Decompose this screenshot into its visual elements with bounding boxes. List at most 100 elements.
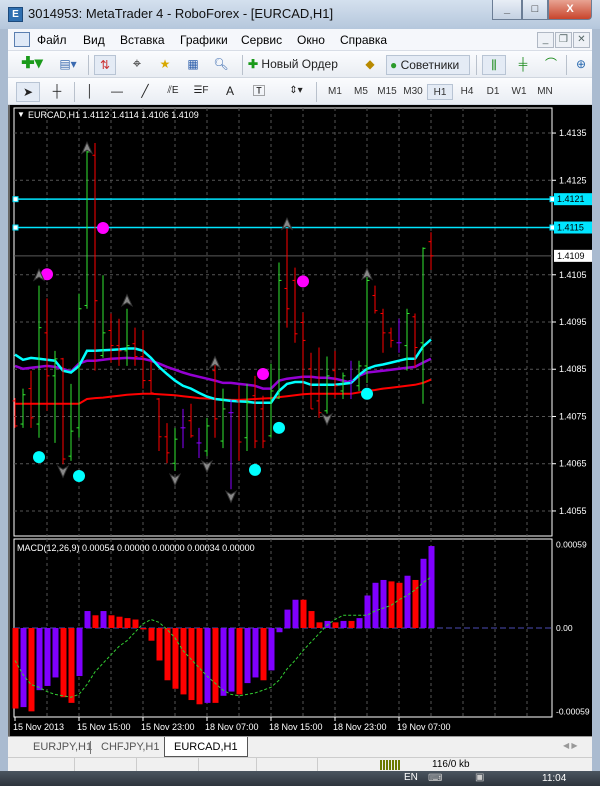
macd-histogram-bar: [36, 628, 43, 691]
timeframe-m1[interactable]: M1: [322, 84, 348, 100]
market-watch-button[interactable]: ⇅: [94, 55, 116, 75]
cursor-tool[interactable]: ➤: [16, 82, 40, 102]
price-chart[interactable]: 1.4135 1.4125 1.4105 1.4095 1.4085 1.4075 1.40…: [10, 105, 594, 736]
tab-scroll-arrows[interactable]: ◀ ▶: [563, 741, 578, 750]
menu-charts[interactable]: Графики: [180, 33, 228, 47]
hline-price-label: 1.4121: [557, 194, 585, 204]
price-tick-label: 1.4085: [559, 364, 587, 374]
macd-histogram-bar: [60, 628, 67, 698]
profiles-button[interactable]: ▤▾: [54, 55, 82, 75]
title-bar[interactable]: E 3014953: MetaTrader 4 - RoboForex - [E…: [0, 0, 600, 29]
status-divider: [74, 758, 75, 772]
macd-tick-label: 0.00059: [556, 540, 587, 550]
status-divider: [317, 758, 318, 772]
macd-histogram-bar: [244, 628, 251, 684]
line-handle: [12, 196, 19, 203]
zoom-in-button[interactable]: ⊕: [571, 55, 591, 75]
macd-histogram-bar: [348, 620, 355, 628]
bar-chart-button[interactable]: ⫼: [482, 55, 506, 75]
menu-bar: Файл Вид Вставка Графики Сервис Окно Спр…: [8, 29, 592, 51]
standard-toolbar: ✚▾ ▤▾ ⇅ ⌖ ★ ▦ 🔍︎ ✚ Новый Ордер ◆ ● Совет…: [8, 51, 592, 78]
horizontal-line-tool[interactable]: —: [106, 82, 128, 102]
strategy-tester-button[interactable]: 🔍︎: [210, 55, 232, 75]
menu-tools[interactable]: Сервис: [241, 33, 282, 47]
macd-histogram-bar: [316, 622, 323, 628]
menu-help[interactable]: Справка: [340, 33, 387, 47]
sell-signal-dot: [97, 221, 109, 234]
macd-histogram-bar: [260, 628, 267, 681]
separator: [74, 82, 75, 102]
macd-histogram-bar: [268, 628, 275, 671]
clock[interactable]: 11:04: [542, 773, 566, 784]
vertical-line-tool[interactable]: │: [80, 82, 100, 102]
tab-eurcad[interactable]: EURCAD,H1: [164, 737, 248, 757]
text-label-tool[interactable]: 🅃: [248, 82, 270, 102]
candlestick-button[interactable]: ╪: [512, 55, 534, 75]
language-indicator[interactable]: EN: [404, 772, 418, 783]
mdi-restore-button[interactable]: ❐: [555, 32, 572, 48]
trendline-tool[interactable]: ╱: [134, 82, 156, 102]
chart-window-icon: [14, 32, 30, 47]
new-order-label: Новый Ордер: [261, 57, 338, 71]
macd-histogram-bar: [68, 628, 75, 703]
favorites-folder-button[interactable]: ★: [154, 55, 176, 75]
timeframe-m15[interactable]: M15: [374, 84, 400, 100]
timeframe-d1[interactable]: D1: [480, 84, 506, 100]
menu-file[interactable]: Файл: [37, 33, 67, 47]
timeframe-h1[interactable]: H1: [427, 84, 453, 100]
maximize-button[interactable]: □: [522, 0, 548, 20]
status-divider: [256, 758, 257, 772]
line-chart-button[interactable]: ⌒: [540, 55, 562, 75]
network-icon[interactable]: ▣: [475, 772, 484, 783]
macd-histogram-bar: [236, 628, 243, 695]
macd-histogram-bar: [12, 628, 19, 709]
macd-histogram-bar: [220, 628, 227, 696]
separator: [476, 55, 477, 75]
crosshair-tool[interactable]: ┼: [46, 82, 68, 102]
macd-histogram-bar: [380, 579, 387, 628]
timeframe-m30[interactable]: M30: [400, 84, 426, 100]
chart-window[interactable]: 1.4135 1.4125 1.4105 1.4095 1.4085 1.4075 1.40…: [8, 105, 592, 736]
price-tick-label: 1.4095: [559, 317, 587, 327]
macd-histogram-bar: [188, 628, 195, 701]
text-tool[interactable]: A: [220, 82, 240, 102]
timeframe-mn[interactable]: MN: [532, 84, 558, 100]
time-tick-label: 15 Nov 23:00: [141, 722, 195, 732]
mdi-close-button[interactable]: ✕: [573, 32, 590, 48]
drawing-toolbar: ➤ ┼ │ — ╱ ⫽E ☰F A 🅃 ⇕▾ M1 M5 M15 M30 H1 …: [8, 78, 592, 105]
fibonacci-tool[interactable]: ☰F: [190, 82, 212, 102]
macd-histogram-bar: [52, 628, 59, 678]
separator: [566, 55, 567, 75]
minimize-button[interactable]: _: [492, 0, 522, 20]
timeframe-m5[interactable]: M5: [348, 84, 374, 100]
window-title: 3014953: MetaTrader 4 - RoboForex - [EUR…: [28, 6, 334, 21]
mdi-minimize-button[interactable]: _: [537, 32, 554, 48]
equidistant-channel-tool[interactable]: ⫽E: [162, 82, 184, 102]
close-button[interactable]: X: [548, 0, 592, 20]
timeframe-h4[interactable]: H4: [454, 84, 480, 100]
terminal-button[interactable]: ▦: [182, 55, 204, 75]
status-divider: [198, 758, 199, 772]
fractal-down-arrow-icon: [320, 412, 334, 427]
timeframe-w1[interactable]: W1: [506, 84, 532, 100]
macd-histogram-bar: [364, 595, 371, 628]
menu-window[interactable]: Окно: [297, 33, 325, 47]
macd-histogram-bar: [228, 628, 235, 692]
menu-view[interactable]: Вид: [83, 33, 105, 47]
keyboard-icon[interactable]: ⌨: [428, 773, 442, 784]
hline-price-label: 1.4115: [557, 223, 584, 233]
expert-advisors-button[interactable]: ● Советники: [386, 55, 470, 75]
tab-divider: [90, 741, 91, 754]
time-tick-label: 18 Nov 07:00: [205, 722, 259, 732]
alert-icon[interactable]: ◆: [360, 55, 380, 75]
time-tick-label: 18 Nov 23:00: [333, 722, 387, 732]
crosshair-nav-icon[interactable]: ⌖: [126, 55, 148, 75]
new-order-button[interactable]: ✚ Новый Ордер: [248, 55, 356, 75]
tab-chfjpy[interactable]: CHFJPY,H1: [92, 739, 168, 757]
macd-histogram-bar: [132, 619, 139, 628]
arrows-tool[interactable]: ⇕▾: [282, 82, 310, 102]
macd-histogram-bar: [180, 628, 187, 695]
fractal-down-arrow-icon: [56, 465, 70, 479]
new-chart-button[interactable]: ✚▾: [18, 55, 46, 75]
menu-insert[interactable]: Вставка: [120, 33, 165, 47]
